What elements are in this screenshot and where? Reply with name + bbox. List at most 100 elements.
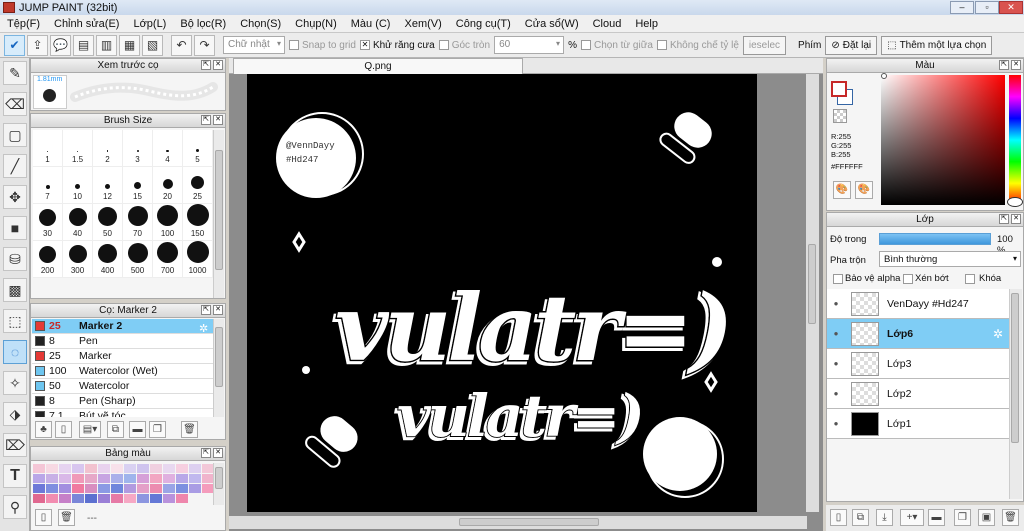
menu-edit[interactable]: Chỉnh sửa(E) [47, 18, 126, 30]
folder-icon[interactable]: ▬ [129, 421, 146, 438]
fill-rect-tool-icon[interactable]: ■ [3, 216, 27, 240]
trash-icon[interactable]: 🗑 [181, 421, 198, 438]
brush-size-scrollbar[interactable] [213, 130, 224, 298]
brush-size-cell[interactable]: 70 [123, 204, 153, 241]
brush-size-cell[interactable]: 30 [33, 204, 63, 241]
palette-swatch[interactable] [85, 474, 97, 483]
minimize-button[interactable]: – [950, 1, 974, 14]
select-eraser-tool-icon[interactable]: ⌦ [3, 433, 27, 457]
palette-swatch[interactable] [98, 484, 110, 493]
new-brush-icon[interactable]: ▯ [55, 421, 72, 438]
palette-swatch[interactable] [85, 464, 97, 473]
palette-swatch[interactable] [98, 464, 110, 473]
duplicate-icon[interactable]: ❐ [149, 421, 166, 438]
color-cursor[interactable] [881, 73, 887, 79]
palette-swatch[interactable] [98, 494, 110, 503]
select-center-checkbox[interactable] [580, 40, 591, 50]
brush-size-cell[interactable]: 10 [63, 167, 93, 204]
brush-list-item[interactable]: 7.1 Bút vẽ tóc [32, 409, 213, 417]
caption-icon[interactable]: ▤ [73, 34, 94, 56]
layer-row[interactable]: ● Lớp3 [827, 349, 1010, 379]
menu-file[interactable]: Tệp(F) [0, 18, 47, 30]
layer-row[interactable]: ● VenDayy #Hd247 [827, 289, 1010, 319]
palette-swatch[interactable] [137, 494, 149, 503]
brush-size-cell[interactable]: 400 [93, 241, 123, 278]
menu-cloud[interactable]: Cloud [586, 18, 629, 30]
redo-icon[interactable]: ↷ [194, 34, 215, 56]
palette-swatch[interactable] [111, 474, 123, 483]
menu-view[interactable]: Xem(V) [397, 18, 448, 30]
scroll-thumb[interactable] [215, 150, 223, 270]
brush-size-cell[interactable]: 500 [123, 241, 153, 278]
brush-size-cell[interactable]: 700 [153, 241, 183, 278]
scroll-thumb[interactable] [215, 327, 223, 387]
brush-list-item[interactable]: 50 Watercolor [32, 379, 213, 394]
palette-swatch[interactable] [176, 464, 188, 473]
gradient-tool-icon[interactable]: ▩ [3, 278, 27, 302]
brush-size-cell[interactable]: 50 [93, 204, 123, 241]
blend-select[interactable]: Bình thường ▾ [879, 251, 1021, 267]
palette-swatch[interactable] [59, 494, 71, 503]
brush-size-cell[interactable]: 100 [153, 204, 183, 241]
new-palette-icon[interactable]: ▯ [35, 509, 52, 526]
palette-swatch[interactable] [59, 474, 71, 483]
palette-swatch[interactable] [137, 464, 149, 473]
brush-size-cell[interactable]: 25 [183, 167, 213, 204]
menu-select[interactable]: Chọn(S) [233, 18, 288, 30]
ieselec-button[interactable]: ieselec [742, 35, 787, 55]
brush-size-cell[interactable]: 5 [183, 130, 213, 167]
snap-checkbox[interactable] [289, 40, 299, 50]
magic-wand-tool-icon[interactable]: ✧ [3, 371, 27, 395]
saturation-value-picker[interactable] [881, 75, 1005, 205]
round-corner-checkbox[interactable] [438, 40, 449, 50]
palette-swatch[interactable] [189, 484, 201, 493]
palette-swatch[interactable] [111, 484, 123, 493]
shape-select[interactable]: Chữ nhật ▾ [223, 36, 285, 54]
palette-swatch[interactable] [124, 474, 136, 483]
undock-icon[interactable]: ⇱ [201, 305, 211, 315]
palette-swatch[interactable] [33, 494, 45, 503]
palette-swatch[interactable] [150, 494, 162, 503]
palette-swatch[interactable] [46, 484, 58, 493]
close-panel-icon[interactable]: ✕ [213, 60, 223, 70]
brush-list-scrollbar[interactable] [213, 319, 224, 417]
trash-icon[interactable]: 🗑 [1002, 509, 1019, 526]
palette-swatch[interactable] [163, 494, 175, 503]
palette-swatch[interactable] [150, 474, 162, 483]
undock-icon[interactable]: ⇱ [201, 115, 211, 125]
palette-swatch[interactable] [46, 494, 58, 503]
brush-tool-icon[interactable]: ✎ [3, 61, 27, 85]
palette-swatch[interactable] [46, 474, 58, 483]
brush-size-cell[interactable]: 4 [153, 130, 183, 167]
opacity-slider[interactable] [879, 233, 991, 245]
palette-swatch[interactable] [33, 484, 45, 493]
lock-checkbox[interactable] [965, 274, 975, 284]
layer-row[interactable]: ● Lớp1 [827, 409, 1010, 439]
palette-swatch[interactable] [72, 494, 84, 503]
palette-swatch[interactable] [111, 464, 123, 473]
comment-icon[interactable]: 💬 [50, 34, 71, 56]
visibility-eye-icon[interactable]: ● [827, 329, 845, 338]
folder-icon[interactable]: ▬ [928, 509, 945, 526]
palette-swatch[interactable] [163, 464, 175, 473]
palette-swatch[interactable] [176, 474, 188, 483]
round-value-input[interactable]: 60 ▾ [494, 36, 565, 54]
palette-swatch[interactable] [163, 474, 175, 483]
color-picker-icon[interactable]: 🎨 [855, 181, 873, 199]
scroll-thumb[interactable] [808, 244, 816, 324]
visibility-eye-icon[interactable]: ● [827, 359, 845, 368]
no-ratio-checkbox[interactable] [656, 40, 667, 50]
merge-layer-icon[interactable]: ⤓ [876, 509, 893, 526]
close-panel-icon[interactable]: ✕ [213, 448, 223, 458]
scroll-thumb[interactable] [459, 518, 599, 526]
brush-list-item[interactable]: 100 Watercolor (Wet) [32, 364, 213, 379]
palette-swatch[interactable] [33, 464, 45, 473]
layer-scrollbar[interactable] [1009, 289, 1022, 499]
palette-swatch[interactable] [150, 464, 162, 473]
menu-filter[interactable]: Bộ lọc(R) [173, 18, 233, 30]
eyedropper-tool-icon[interactable]: ⚲ [3, 495, 27, 519]
brush-list-item[interactable]: 25 Marker 2 [32, 319, 213, 334]
brush-size-cell[interactable]: 20 [153, 167, 183, 204]
scroll-thumb[interactable] [1011, 293, 1019, 443]
visibility-eye-icon[interactable]: ● [827, 419, 845, 428]
